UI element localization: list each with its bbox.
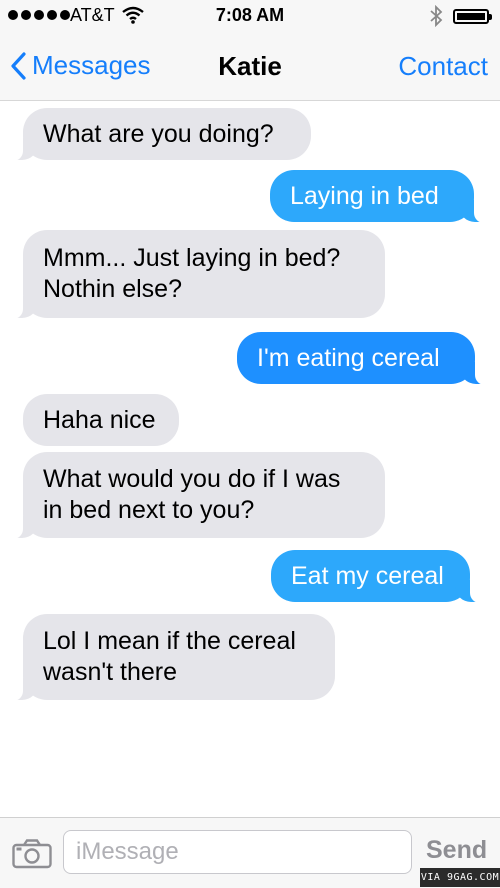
contact-button[interactable]: Contact <box>398 51 488 82</box>
incoming-message: Haha nice <box>23 394 179 446</box>
outgoing-message: Laying in bed <box>270 170 486 223</box>
watermark: VIA 9GAG.COM <box>420 868 500 887</box>
incoming-message: Mmm... Just laying in bed? Nothin else? <box>11 230 385 319</box>
outgoing-message: I'm eating cereal <box>237 332 487 385</box>
send-button[interactable]: Send <box>426 836 487 865</box>
navigation-bar: Messages Katie Contact <box>0 32 500 101</box>
status-time: 7:08 AM <box>215 5 285 25</box>
incoming-message: Lol I mean if the cereal wasn't there <box>11 614 335 701</box>
imessage-input[interactable] <box>63 830 412 874</box>
outgoing-message: Eat my cereal <box>271 550 482 603</box>
camera-button[interactable] <box>12 839 52 874</box>
incoming-message: What would you do if I was in bed next t… <box>11 452 385 539</box>
camera-icon <box>12 839 52 869</box>
incoming-message: What are you doing? <box>11 108 311 161</box>
message-thread[interactable]: What are you doing? Laying in bed Mmm...… <box>0 100 500 817</box>
battery-icon <box>453 9 492 24</box>
status-bar: AT&T 7:08 AM <box>0 0 500 32</box>
bluetooth-icon <box>429 4 443 32</box>
